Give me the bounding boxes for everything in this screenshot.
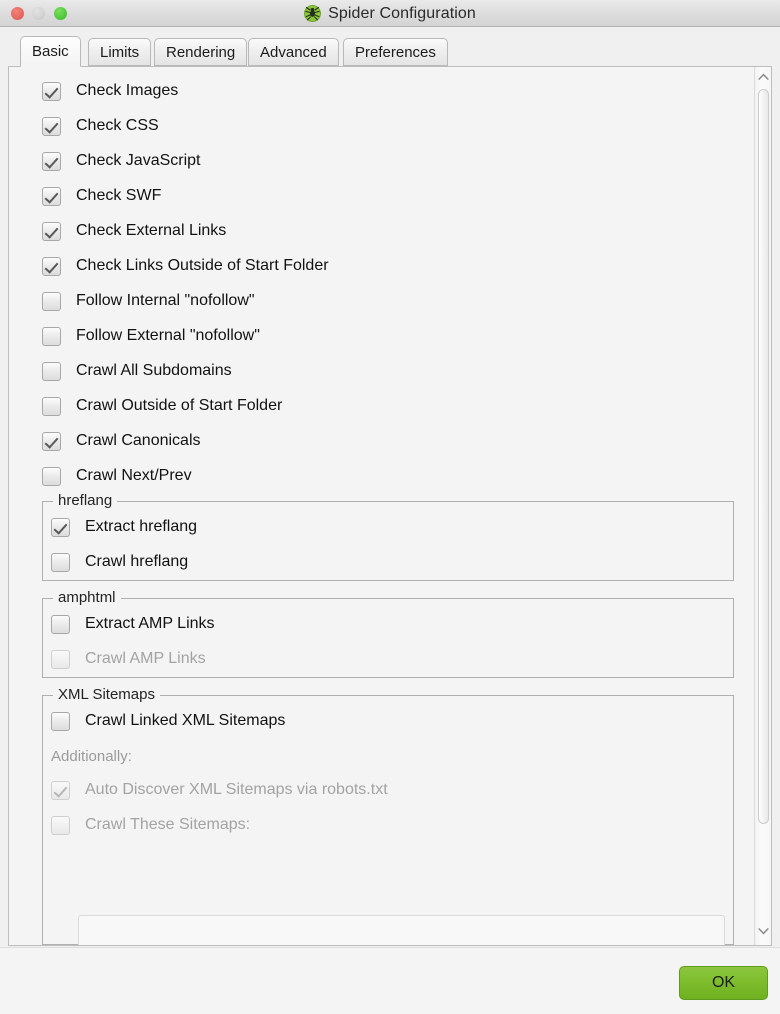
chevron-up-icon[interactable]: [755, 69, 771, 85]
checkbox-check-swf[interactable]: [42, 187, 61, 206]
checkbox-row-crawl-all-subdomains[interactable]: Crawl All Subdomains: [42, 360, 232, 382]
group-hreflang: hreflang Extract hreflang Crawl hreflang: [42, 501, 734, 581]
additionally-label: Additionally:: [51, 748, 132, 765]
group-amphtml: amphtml Extract AMP Links Crawl AMP Link…: [42, 598, 734, 678]
checkbox-label-check-links-outside-start-folder: Check Links Outside of Start Folder: [76, 257, 329, 275]
checkbox-label-extract-hreflang: Extract hreflang: [85, 518, 197, 536]
checkbox-row-auto-discover-xml-sitemaps: Auto Discover XML Sitemaps via robots.tx…: [51, 779, 388, 801]
spider-configuration-window: Spider Configuration Basic Limits Render…: [0, 0, 780, 1014]
checkbox-row-check-javascript[interactable]: Check JavaScript: [42, 150, 201, 172]
sitemaps-textarea[interactable]: [78, 915, 725, 945]
checkbox-auto-discover-xml-sitemaps: [51, 781, 70, 800]
checkbox-crawl-next-prev[interactable]: [42, 467, 61, 486]
checkbox-label-crawl-outside-start-folder: Crawl Outside of Start Folder: [76, 397, 282, 415]
close-button[interactable]: [11, 7, 24, 20]
spider-icon: [304, 5, 321, 22]
window-title: Spider Configuration: [328, 5, 476, 23]
checkbox-row-crawl-these-sitemaps: Crawl These Sitemaps:: [51, 814, 250, 836]
checkbox-check-images[interactable]: [42, 82, 61, 101]
maximize-button[interactable]: [54, 7, 67, 20]
checkbox-row-check-external-links[interactable]: Check External Links: [42, 220, 226, 242]
checkbox-extract-hreflang[interactable]: [51, 518, 70, 537]
checkbox-row-follow-internal-nofollow[interactable]: Follow Internal "nofollow": [42, 290, 255, 312]
group-title-amphtml: amphtml: [53, 589, 121, 606]
checkbox-row-crawl-hreflang[interactable]: Crawl hreflang: [51, 551, 188, 573]
checkbox-check-links-outside-start-folder[interactable]: [42, 257, 61, 276]
tab-basic[interactable]: Basic: [20, 36, 81, 67]
checkbox-label-crawl-amp-links: Crawl AMP Links: [85, 650, 206, 668]
checkbox-extract-amp-links[interactable]: [51, 615, 70, 634]
checkbox-label-check-images: Check Images: [76, 82, 178, 100]
checkbox-check-css[interactable]: [42, 117, 61, 136]
tab-advanced-label: Advanced: [260, 44, 327, 61]
checkbox-crawl-amp-links: [51, 650, 70, 669]
checkbox-label-check-javascript: Check JavaScript: [76, 152, 201, 170]
checkbox-row-extract-amp-links[interactable]: Extract AMP Links: [51, 613, 215, 635]
checkbox-row-crawl-next-prev[interactable]: Crawl Next/Prev: [42, 465, 192, 487]
checkbox-label-crawl-hreflang: Crawl hreflang: [85, 553, 188, 571]
tab-limits[interactable]: Limits: [88, 38, 151, 66]
checkbox-row-crawl-amp-links: Crawl AMP Links: [51, 648, 206, 670]
checkbox-row-crawl-outside-start-folder[interactable]: Crawl Outside of Start Folder: [42, 395, 282, 417]
scroll-content: Check Images Check CSS Check JavaScript …: [9, 67, 754, 945]
tab-bar: Basic Limits Rendering Advanced Preferen…: [8, 36, 772, 67]
tab-advanced[interactable]: Advanced: [248, 38, 339, 66]
checkbox-row-check-links-outside-start-folder[interactable]: Check Links Outside of Start Folder: [42, 255, 329, 277]
group-title-xml-sitemaps: XML Sitemaps: [53, 686, 160, 703]
checkbox-crawl-outside-start-folder[interactable]: [42, 397, 61, 416]
checkbox-check-external-links[interactable]: [42, 222, 61, 241]
checkbox-row-extract-hreflang[interactable]: Extract hreflang: [51, 516, 197, 538]
tab-basic-label: Basic: [32, 43, 69, 60]
checkbox-row-check-swf[interactable]: Check SWF: [42, 185, 161, 207]
checkbox-crawl-these-sitemaps: [51, 816, 70, 835]
tab-rendering[interactable]: Rendering: [154, 38, 247, 66]
tab-limits-label: Limits: [100, 44, 139, 61]
ok-button[interactable]: OK: [679, 966, 768, 1000]
checkbox-label-auto-discover-xml-sitemaps: Auto Discover XML Sitemaps via robots.tx…: [85, 781, 388, 799]
chevron-down-icon[interactable]: [755, 923, 771, 939]
checkbox-label-crawl-next-prev: Crawl Next/Prev: [76, 467, 192, 485]
checkbox-label-crawl-linked-xml-sitemaps: Crawl Linked XML Sitemaps: [85, 712, 285, 730]
checkbox-crawl-all-subdomains[interactable]: [42, 362, 61, 381]
footer-bar: OK: [0, 947, 780, 1014]
checkbox-label-check-swf: Check SWF: [76, 187, 161, 205]
checkbox-row-follow-external-nofollow[interactable]: Follow External "nofollow": [42, 325, 260, 347]
checkbox-row-crawl-linked-xml-sitemaps[interactable]: Crawl Linked XML Sitemaps: [51, 710, 285, 732]
checkbox-crawl-hreflang[interactable]: [51, 553, 70, 572]
checkbox-label-crawl-all-subdomains: Crawl All Subdomains: [76, 362, 232, 380]
checkbox-label-crawl-these-sitemaps: Crawl These Sitemaps:: [85, 816, 250, 834]
checkbox-crawl-linked-xml-sitemaps[interactable]: [51, 712, 70, 731]
title-bar: Spider Configuration: [0, 0, 780, 27]
checkbox-label-check-external-links: Check External Links: [76, 222, 226, 240]
tab-preferences[interactable]: Preferences: [343, 38, 448, 66]
checkbox-row-crawl-canonicals[interactable]: Crawl Canonicals: [42, 430, 201, 452]
checkbox-row-check-css[interactable]: Check CSS: [42, 115, 159, 137]
checkbox-follow-external-nofollow[interactable]: [42, 327, 61, 346]
group-xml-sitemaps: XML Sitemaps Crawl Linked XML Sitemaps A…: [42, 695, 734, 945]
checkbox-label-crawl-canonicals: Crawl Canonicals: [76, 432, 201, 450]
tab-rendering-label: Rendering: [166, 44, 235, 61]
checkbox-label-check-css: Check CSS: [76, 117, 159, 135]
tab-preferences-label: Preferences: [355, 44, 436, 61]
vertical-scrollbar[interactable]: [754, 67, 771, 945]
checkbox-row-check-images[interactable]: Check Images: [42, 80, 178, 102]
checkbox-follow-internal-nofollow[interactable]: [42, 292, 61, 311]
checkbox-label-extract-amp-links: Extract AMP Links: [85, 615, 215, 633]
checkbox-check-javascript[interactable]: [42, 152, 61, 171]
group-title-hreflang: hreflang: [53, 492, 117, 509]
minimize-button[interactable]: [32, 7, 45, 20]
scrollbar-thumb[interactable]: [758, 89, 769, 824]
basic-settings-panel: Check Images Check CSS Check JavaScript …: [8, 66, 772, 946]
checkbox-crawl-canonicals[interactable]: [42, 432, 61, 451]
checkbox-label-follow-internal-nofollow: Follow Internal "nofollow": [76, 292, 255, 310]
checkbox-label-follow-external-nofollow: Follow External "nofollow": [76, 327, 260, 345]
